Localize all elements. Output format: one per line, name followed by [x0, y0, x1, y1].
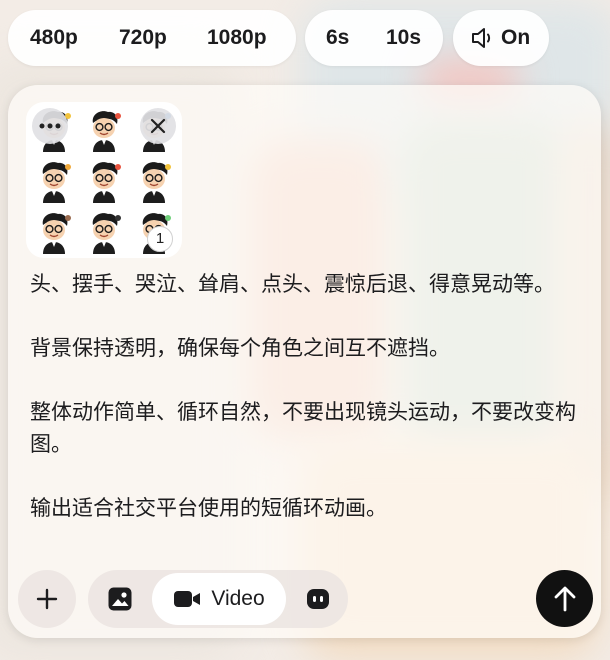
sound-toggle[interactable]: On [453, 10, 549, 66]
close-icon [150, 118, 166, 134]
image-icon [108, 587, 132, 611]
prompt-paragraph: 整体动作简单、循环自然，不要出现镜头运动，不要改变构图。 [30, 400, 576, 456]
resolution-option-480p[interactable]: 480p [30, 10, 78, 66]
attachment-thumbnail[interactable]: 1 [26, 102, 182, 258]
prompt-paragraph: 头、摆手、哭泣、耸肩、点头、震惊后退、得意晃动等。 [30, 272, 555, 296]
prompt-paragraph: 输出适合社交平台使用的短循环动画。 [30, 496, 387, 520]
sticker-character [42, 213, 71, 254]
duration-selector: 6s 10s [305, 10, 443, 66]
resolution-selector: 480p 720p 1080p [8, 10, 296, 66]
duration-option-10s[interactable]: 10s [386, 10, 421, 66]
attachment-count-badge: 1 [147, 226, 173, 252]
add-button[interactable] [18, 570, 76, 628]
video-camera-icon [174, 591, 201, 607]
prompt-paragraph: 背景保持透明，确保每个角色之间互不遮挡。 [30, 336, 450, 360]
sticker-character [42, 162, 71, 203]
send-button[interactable] [536, 570, 593, 627]
composer-card: 1 头、摆手、哭泣、耸肩、点头、震惊后退、得意晃动等。 背景保持透明，确保每个角… [8, 85, 601, 638]
image-mode-button[interactable] [98, 570, 142, 628]
plus-icon [36, 588, 58, 610]
ellipsis-icon [39, 123, 61, 129]
remove-attachment-button[interactable] [140, 108, 176, 144]
mode-selector: Video [88, 570, 348, 628]
sound-label: On [501, 26, 531, 49]
more-options-button[interactable] [32, 108, 68, 144]
sticker-character [92, 111, 121, 152]
video-mode-label: Video [211, 587, 265, 610]
sticker-character [142, 162, 171, 203]
speaker-icon [470, 26, 496, 50]
sticker-character [92, 162, 121, 203]
sticker-character [92, 213, 121, 254]
resolution-option-720p[interactable]: 720p [119, 10, 167, 66]
character-icon [307, 589, 329, 609]
arrow-up-icon [554, 586, 575, 611]
duration-option-6s[interactable]: 6s [326, 10, 349, 66]
video-mode-tab[interactable]: Video [152, 573, 286, 625]
resolution-option-1080p[interactable]: 1080p [207, 10, 267, 66]
character-mode-button[interactable] [296, 570, 340, 628]
prompt-text[interactable]: 头、摆手、哭泣、耸肩、点头、震惊后退、得意晃动等。 背景保持透明，确保每个角色之… [30, 268, 582, 524]
